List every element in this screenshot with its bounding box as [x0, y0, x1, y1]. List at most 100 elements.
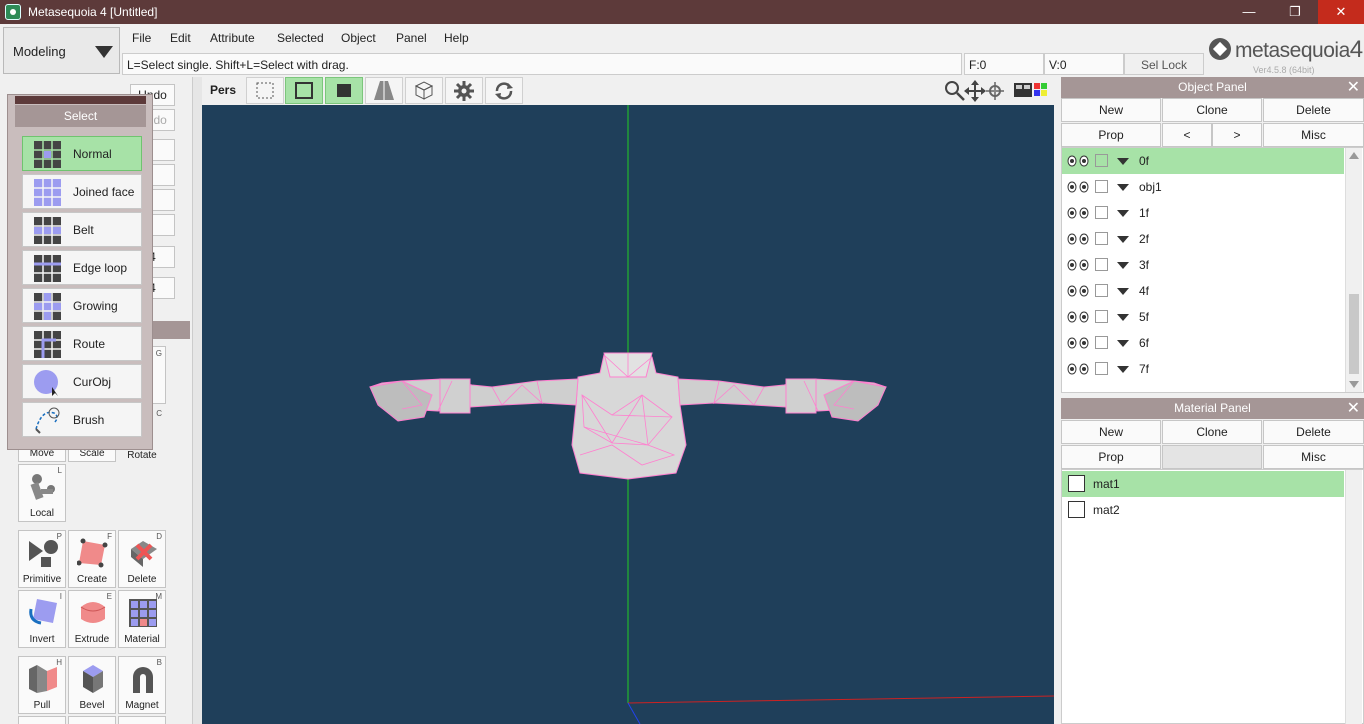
- maximize-button[interactable]: ❐: [1272, 0, 1318, 24]
- lock-checkbox[interactable]: [1095, 154, 1108, 167]
- tool-delete[interactable]: D Delete: [118, 530, 166, 588]
- scroll-thumb[interactable]: [1349, 294, 1359, 374]
- view-refresh-button[interactable]: [485, 77, 523, 104]
- visibility-eye-icon[interactable]: [1067, 207, 1089, 219]
- tool-local[interactable]: L Local: [18, 464, 66, 522]
- menu-attribute[interactable]: Attribute: [210, 31, 255, 45]
- menu-file[interactable]: File: [132, 31, 151, 45]
- tool-more-2[interactable]: [68, 716, 116, 724]
- object-row[interactable]: 6f: [1062, 330, 1344, 356]
- zoom-icon[interactable]: [944, 80, 966, 102]
- material-delete-button[interactable]: Delete: [1263, 420, 1364, 444]
- object-row[interactable]: obj1: [1062, 174, 1344, 200]
- tool-extrude[interactable]: E Extrude: [68, 590, 116, 648]
- tool-strip-scrollbar[interactable]: [192, 77, 202, 724]
- sel-lock-button[interactable]: Sel Lock: [1124, 53, 1204, 75]
- material-swatch[interactable]: [1068, 501, 1085, 518]
- select-normal[interactable]: Normal: [22, 136, 142, 171]
- tool-more-1[interactable]: [18, 716, 66, 724]
- expand-triangle-icon[interactable]: [1117, 314, 1129, 321]
- material-row[interactable]: mat2: [1062, 497, 1344, 523]
- lock-checkbox[interactable]: [1095, 284, 1108, 297]
- lock-checkbox[interactable]: [1095, 310, 1108, 323]
- select-joined-face[interactable]: Joined face: [22, 174, 142, 209]
- material-new-button[interactable]: New: [1061, 420, 1161, 444]
- scroll-down-icon[interactable]: [1349, 381, 1359, 388]
- object-row[interactable]: 3f: [1062, 252, 1344, 278]
- lock-checkbox[interactable]: [1095, 180, 1108, 193]
- tool-primitive[interactable]: P Primitive: [18, 530, 66, 588]
- visibility-eye-icon[interactable]: [1067, 285, 1089, 297]
- view-rect-button[interactable]: [246, 77, 284, 104]
- lock-checkbox[interactable]: [1095, 206, 1108, 219]
- lock-checkbox[interactable]: [1095, 258, 1108, 271]
- lock-checkbox[interactable]: [1095, 362, 1108, 375]
- select-route[interactable]: Route: [22, 326, 142, 361]
- tool-material[interactable]: M Material: [118, 590, 166, 648]
- object-row[interactable]: 7f: [1062, 356, 1344, 382]
- projection-label[interactable]: Pers: [210, 83, 236, 97]
- object-misc-button[interactable]: Misc: [1263, 123, 1364, 147]
- view-layout-icon[interactable]: [1014, 82, 1054, 100]
- object-prev-button[interactable]: <: [1162, 123, 1212, 147]
- object-row[interactable]: 0f: [1062, 148, 1344, 174]
- object-clone-button[interactable]: Clone: [1162, 98, 1262, 122]
- tool-bevel[interactable]: Bevel: [68, 656, 116, 714]
- object-row[interactable]: 1f: [1062, 200, 1344, 226]
- view-solid-button[interactable]: [325, 77, 363, 104]
- visibility-eye-icon[interactable]: [1067, 233, 1089, 245]
- object-list-scrollbar[interactable]: [1345, 148, 1362, 392]
- expand-triangle-icon[interactable]: [1117, 158, 1129, 165]
- menu-edit[interactable]: Edit: [170, 31, 191, 45]
- expand-triangle-icon[interactable]: [1117, 340, 1129, 347]
- expand-triangle-icon[interactable]: [1117, 184, 1129, 191]
- expand-triangle-icon[interactable]: [1117, 210, 1129, 217]
- visibility-eye-icon[interactable]: [1067, 155, 1089, 167]
- visibility-eye-icon[interactable]: [1067, 363, 1089, 375]
- expand-triangle-icon[interactable]: [1117, 262, 1129, 269]
- select-edge-loop[interactable]: Edge loop: [22, 250, 142, 285]
- 3d-viewport[interactable]: [202, 105, 1054, 724]
- view-settings-button[interactable]: [445, 77, 483, 104]
- material-misc-button[interactable]: Misc: [1263, 445, 1364, 469]
- menu-help[interactable]: Help: [444, 31, 469, 45]
- object-next-button[interactable]: >: [1212, 123, 1262, 147]
- material-swatch[interactable]: [1068, 475, 1085, 492]
- object-row[interactable]: 5f: [1062, 304, 1344, 330]
- material-row[interactable]: mat1: [1062, 471, 1344, 497]
- popup-grip[interactable]: [15, 96, 146, 104]
- menu-object[interactable]: Object: [341, 31, 376, 45]
- close-button[interactable]: ✕: [1318, 0, 1364, 24]
- menu-panel[interactable]: Panel: [396, 31, 427, 45]
- scroll-up-icon[interactable]: [1349, 152, 1359, 159]
- tool-magnet[interactable]: B Magnet: [118, 656, 166, 714]
- view-cube-button[interactable]: [405, 77, 443, 104]
- mode-select[interactable]: Modeling: [3, 27, 120, 74]
- tool-pull[interactable]: H Pull: [18, 656, 66, 714]
- select-curobj[interactable]: CurObj: [22, 364, 142, 399]
- view-wire-button[interactable]: [285, 77, 323, 104]
- lock-checkbox[interactable]: [1095, 232, 1108, 245]
- select-brush[interactable]: Brush: [22, 402, 142, 437]
- close-icon[interactable]: ✕: [1347, 398, 1360, 419]
- menu-selected[interactable]: Selected: [277, 31, 324, 45]
- close-icon[interactable]: ✕: [1347, 77, 1360, 98]
- visibility-eye-icon[interactable]: [1067, 259, 1089, 271]
- tool-more-3[interactable]: [118, 716, 166, 724]
- minimize-button[interactable]: —: [1226, 0, 1272, 24]
- tool-create[interactable]: F Create: [68, 530, 116, 588]
- object-delete-button[interactable]: Delete: [1263, 98, 1364, 122]
- object-new-button[interactable]: New: [1061, 98, 1161, 122]
- lock-checkbox[interactable]: [1095, 336, 1108, 349]
- object-row[interactable]: 4f: [1062, 278, 1344, 304]
- object-row[interactable]: 2f: [1062, 226, 1344, 252]
- material-clone-button[interactable]: Clone: [1162, 420, 1262, 444]
- select-growing[interactable]: Growing: [22, 288, 142, 323]
- visibility-eye-icon[interactable]: [1067, 311, 1089, 323]
- material-prop-button[interactable]: Prop: [1061, 445, 1161, 469]
- pan-icon[interactable]: [964, 80, 986, 102]
- rotate-view-icon[interactable]: [984, 80, 1006, 102]
- expand-triangle-icon[interactable]: [1117, 288, 1129, 295]
- select-belt[interactable]: Belt: [22, 212, 142, 247]
- tool-invert[interactable]: I Invert: [18, 590, 66, 648]
